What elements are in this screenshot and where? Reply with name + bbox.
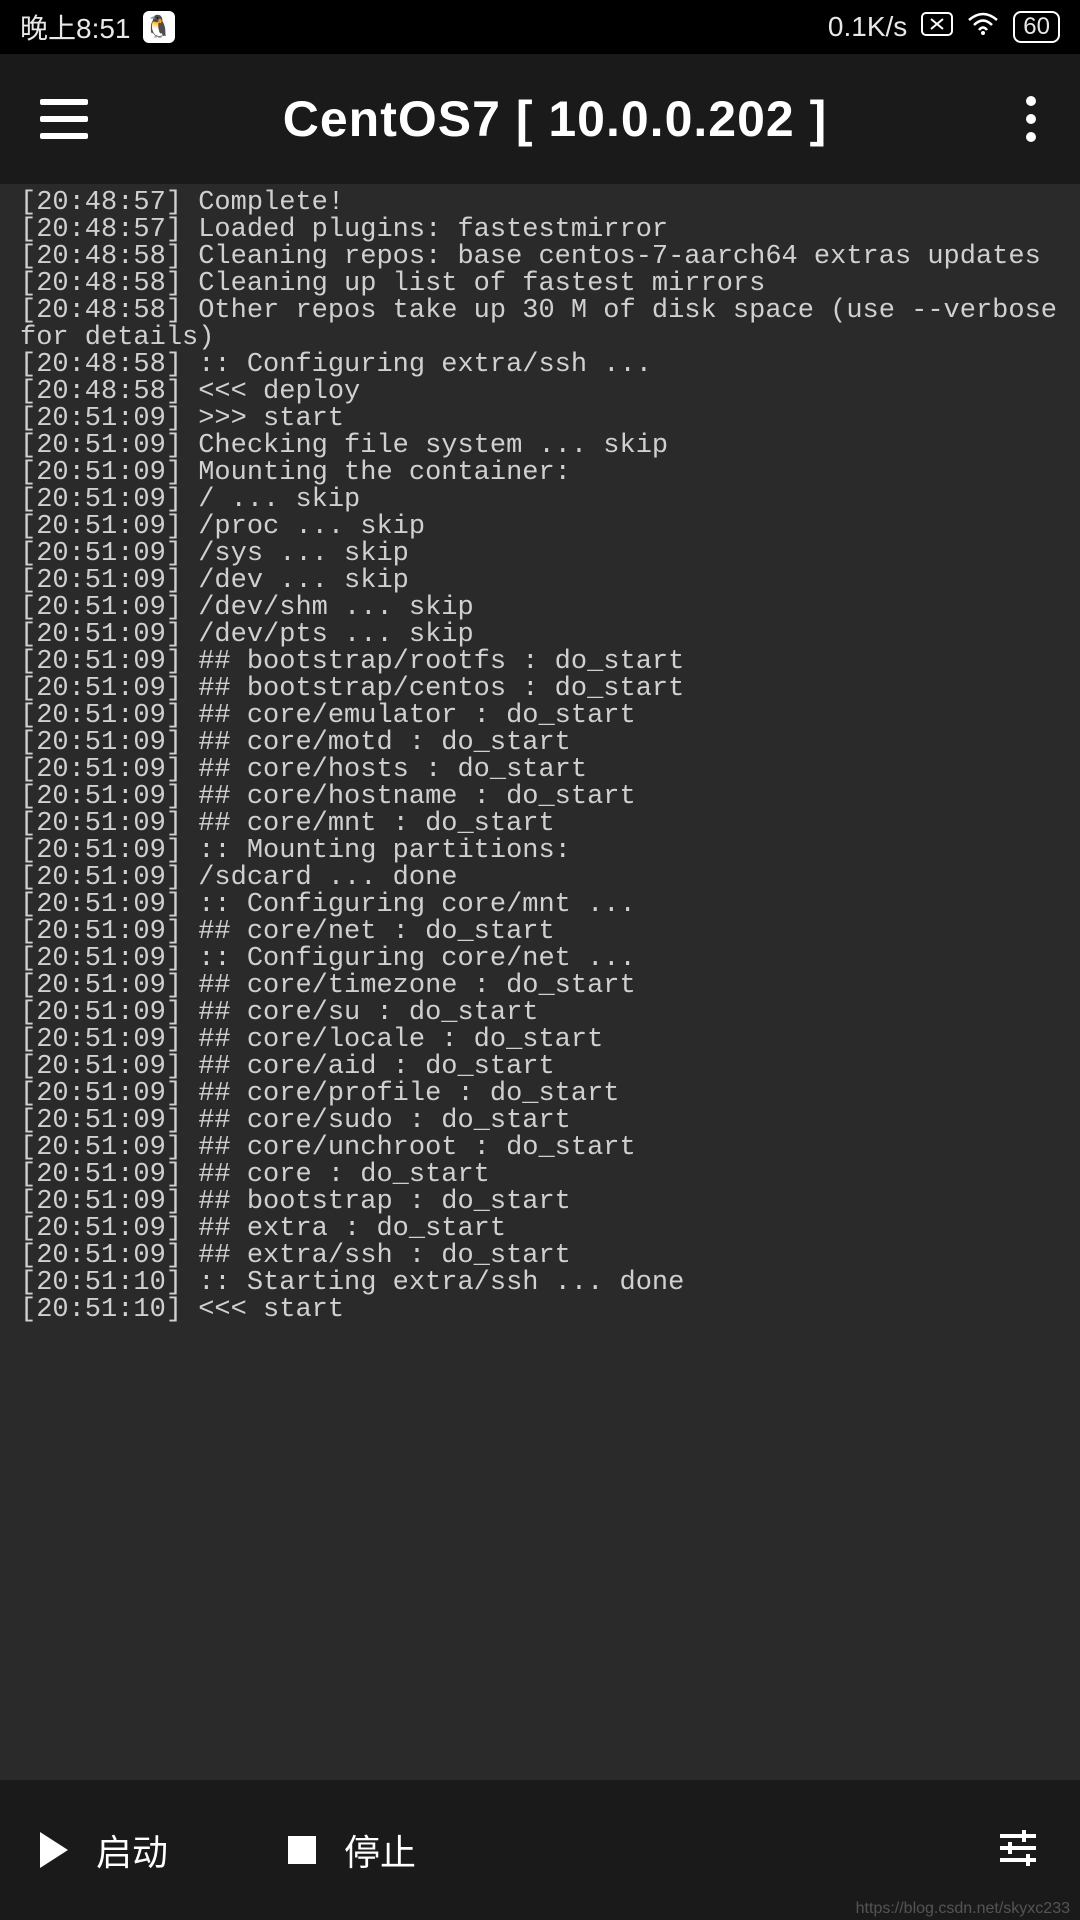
qq-notification-icon: 🐧 (143, 11, 175, 43)
start-button[interactable]: 启动 (40, 1824, 168, 1876)
page-title: CentOS7 [ 10.0.0.202 ] (88, 90, 1022, 148)
settings-icon[interactable] (996, 1826, 1040, 1875)
stop-label: 停止 (344, 1824, 416, 1876)
play-icon (40, 1832, 68, 1868)
terminal-output[interactable]: [20:48:57] Complete! [20:48:57] Loaded p… (0, 184, 1080, 1780)
app-header: CentOS7 [ 10.0.0.202 ] (0, 54, 1080, 184)
battery-icon: 60 (1013, 11, 1060, 43)
start-label: 启动 (96, 1824, 168, 1876)
more-options-icon[interactable] (1022, 92, 1040, 146)
net-speed: 0.1K/s (828, 11, 907, 43)
wifi-icon (967, 11, 999, 43)
status-bar: 晚上8:51 🐧 0.1K/s 60 (0, 0, 1080, 54)
battery-level: 60 (1023, 13, 1050, 41)
bottom-bar: 启动 停止 (0, 1780, 1080, 1920)
menu-icon[interactable] (40, 99, 88, 139)
close-box-icon (921, 11, 953, 43)
status-time: 晚上8:51 (20, 7, 131, 47)
watermark: https://blog.csdn.net/skyxc233 (856, 1900, 1070, 1918)
stop-button[interactable]: 停止 (288, 1824, 416, 1876)
stop-icon (288, 1836, 316, 1864)
